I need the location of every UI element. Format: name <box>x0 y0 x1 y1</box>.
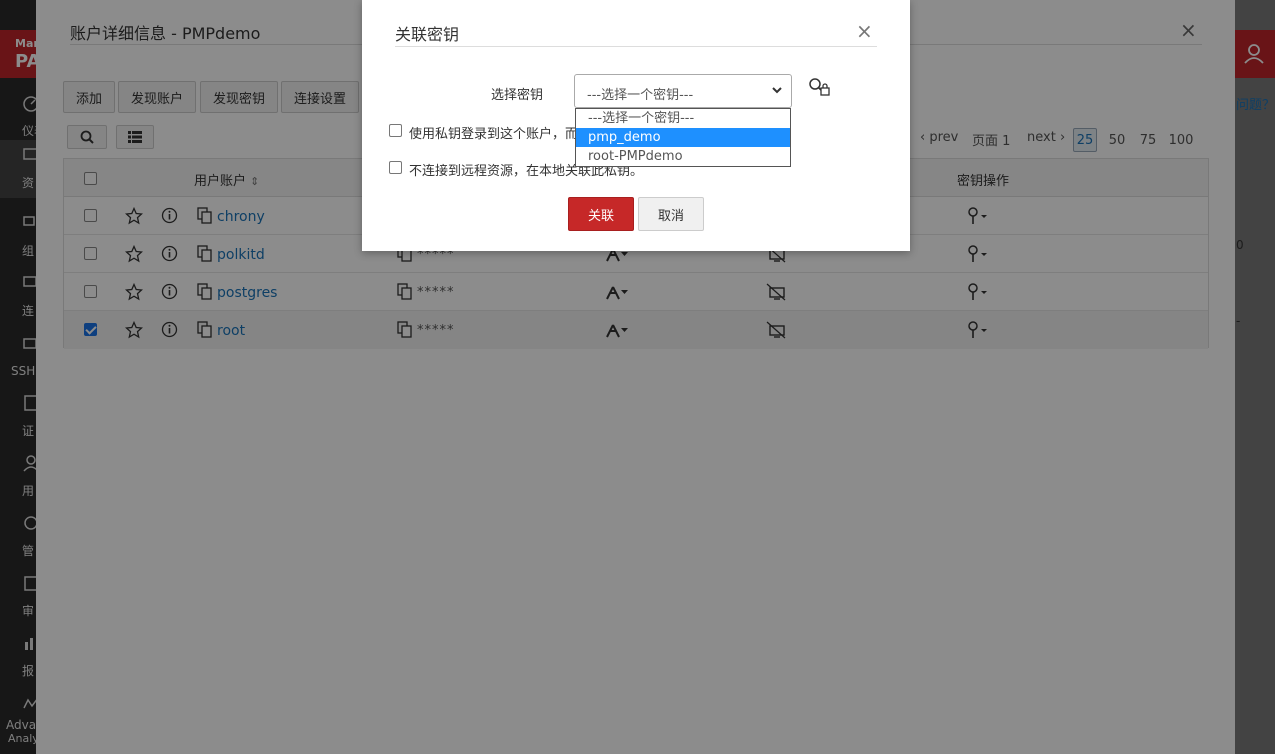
use-private-key-login-checkbox[interactable] <box>389 124 402 137</box>
associate-button[interactable]: 关联 <box>568 197 634 231</box>
key-select[interactable]: ---选择一个密钥--- <box>574 74 792 108</box>
key-select-dropdown: ---选择一个密钥--- pmp_demo root-PMPdemo <box>575 108 791 167</box>
use-private-key-login-label: 使用私钥登录到这个账户，而 <box>409 127 579 142</box>
cancel-button[interactable]: 取消 <box>638 197 704 231</box>
key-lock-icon[interactable] <box>808 77 832 97</box>
dialog-title: 关联密钥 <box>395 25 460 44</box>
divider <box>395 46 877 47</box>
no-remote-connect-checkbox[interactable] <box>389 161 402 174</box>
key-select-value: ---选择一个密钥--- <box>587 88 694 103</box>
chevron-down-icon <box>772 87 782 94</box>
dropdown-option-selected[interactable]: pmp_demo <box>576 128 790 147</box>
dropdown-option[interactable]: root-PMPdemo <box>576 147 790 166</box>
dropdown-option[interactable]: ---选择一个密钥--- <box>576 109 790 128</box>
close-icon[interactable]: × <box>856 19 873 43</box>
select-key-label: 选择密钥 <box>491 88 544 103</box>
